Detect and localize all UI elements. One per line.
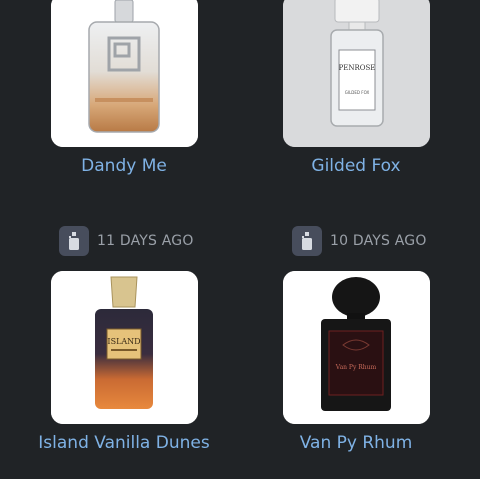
svg-text:Van Py Rhum: Van Py Rhum (335, 364, 377, 371)
perfume-bottle-icon (51, 0, 198, 147)
svg-text:GILDED FOX: GILDED FOX (345, 90, 370, 95)
perfume-name[interactable]: Gilded Fox (236, 156, 476, 176)
added-time-row: 10 DAYS AGO (292, 226, 427, 256)
perfume-spray-icon (59, 226, 89, 256)
perfume-name[interactable]: Van Py Rhum (236, 433, 476, 453)
perfume-card-image[interactable] (51, 0, 198, 147)
added-time-row: 11 DAYS AGO (59, 226, 194, 256)
svg-text:PENROSE: PENROSE (339, 64, 376, 72)
perfume-bottle-icon: ISLAND (51, 271, 198, 424)
perfume-card-image[interactable]: Van Py Rhum (283, 271, 430, 424)
perfume-bottle-icon: PENROSE GILDED FOX (283, 0, 430, 147)
perfume-spray-icon (292, 226, 322, 256)
perfume-name[interactable]: Island Vanilla Dunes (4, 433, 244, 453)
perfume-name[interactable]: Dandy Me (4, 156, 244, 176)
perfume-bottle-icon: Van Py Rhum (283, 271, 430, 424)
added-time-label: 10 DAYS AGO (330, 233, 427, 249)
perfume-card-image[interactable]: ISLAND (51, 271, 198, 424)
perfume-card-image[interactable]: PENROSE GILDED FOX (283, 0, 430, 147)
svg-text:ISLAND: ISLAND (107, 337, 140, 346)
added-time-label: 11 DAYS AGO (97, 233, 194, 249)
